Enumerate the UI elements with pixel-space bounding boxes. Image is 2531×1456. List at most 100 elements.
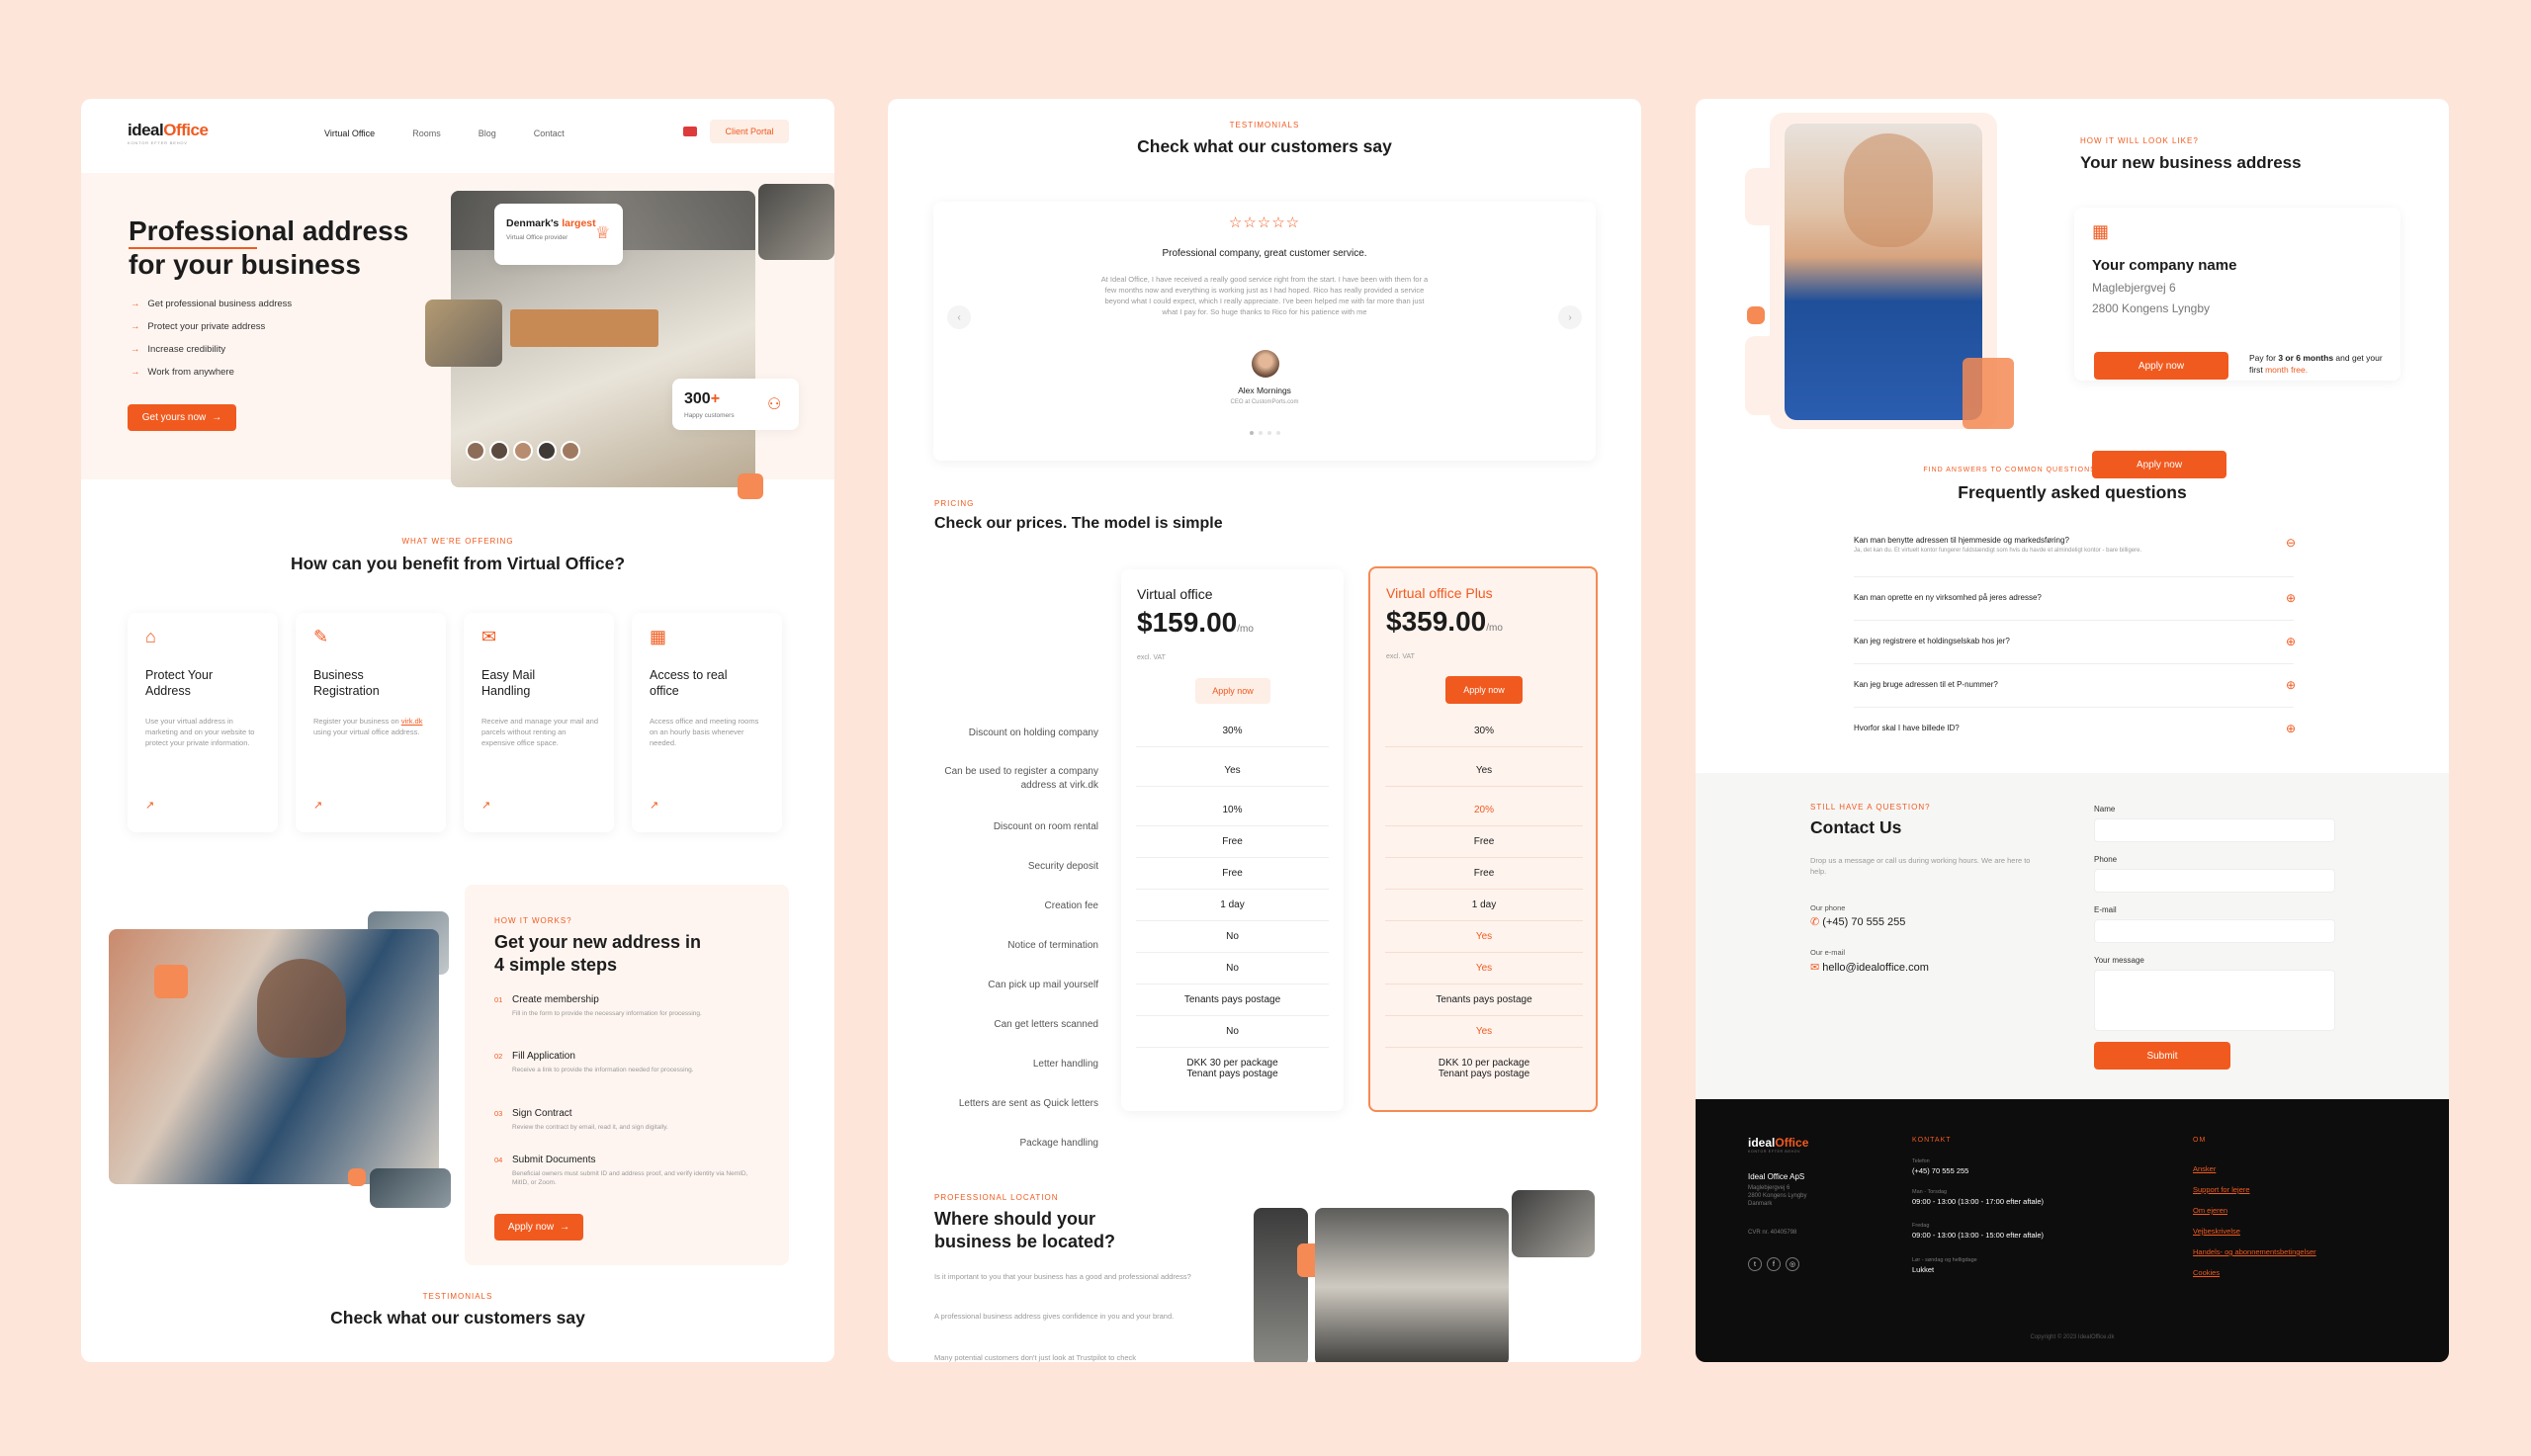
users-icon: ⚇ (767, 396, 782, 413)
arrow-up-right-icon[interactable]: ↗ (650, 799, 658, 812)
get-yours-button[interactable]: Get yours now → (128, 404, 236, 431)
faq-item[interactable]: Kan jeg registrere et holdingselskab hos… (1854, 635, 2296, 664)
virk-link[interactable]: virk.dk (401, 717, 423, 726)
plan-apply-button[interactable]: Apply now (1195, 678, 1270, 704)
carousel-dot[interactable] (1249, 431, 1254, 435)
message-textarea[interactable] (2094, 970, 2335, 1031)
plan-name: Virtual office (1137, 586, 1213, 602)
footer-links: Ansker Support for lejere Om ejeren Vejb… (2193, 1158, 2316, 1283)
logo[interactable]: idealOffice KONTOR EFTER BEHOV (128, 121, 209, 145)
preview-title: Your new business address (2080, 153, 2302, 172)
benefit-card-mail[interactable]: ✉ Easy Mail Handling Receive and manage y… (464, 613, 614, 832)
nav-rooms[interactable]: Rooms (412, 128, 441, 138)
arrow-up-right-icon[interactable]: ↗ (313, 799, 322, 812)
benefit-card-protect[interactable]: ⌂ Protect Your Address Use your virtual a… (128, 613, 278, 832)
chevron-right-icon[interactable]: › (1558, 305, 1582, 329)
decor-square (348, 1168, 366, 1186)
avatar (561, 441, 580, 461)
footer-cvr: CVR nr. 40405798 (1748, 1230, 1797, 1236)
carousel-dot[interactable] (1258, 431, 1263, 435)
plan-virtual-office: Virtual office $159.00/mo excl. VAT Appl… (1121, 569, 1344, 1111)
footer-address: Maglebjergvej 6 2800 Kongens Lyngby Danm… (1748, 1185, 1807, 1207)
minus-circle-icon[interactable]: ⊖ (2286, 536, 2296, 550)
footer-hours: Lukket (1912, 1265, 1935, 1274)
twitter-icon[interactable]: t (1748, 1257, 1762, 1271)
feature-labels: Discount on holding company Can be used … (944, 728, 1098, 1149)
plus-circle-icon[interactable]: ⊕ (2286, 678, 2296, 692)
contact-eyebrow: STILL HAVE A QUESTION? (1810, 803, 1931, 812)
footer-link[interactable]: Om ejeren (2193, 1200, 2316, 1221)
footer-logo[interactable]: idealOffice (1748, 1136, 1808, 1150)
building-icon: ▦ (650, 627, 667, 646)
footer-link[interactable]: Handels- og abonnementsbetingelser (2193, 1242, 2316, 1262)
footer-copyright: Copyright © 2023 IdealOffice.dk (2030, 1334, 2115, 1340)
phone-input[interactable] (2094, 869, 2335, 893)
nav-virtual-office[interactable]: Virtual Office (324, 128, 375, 138)
plan-values: 30% Yes 20% Free Free 1 day Yes Yes Tena… (1385, 718, 1583, 1103)
carousel-dot[interactable] (1275, 431, 1280, 435)
apply-now-button[interactable]: Apply now (2094, 352, 2228, 380)
footer-phone[interactable]: (+45) 70 555 255 (1912, 1166, 1968, 1175)
mail-icon: ✉ (1810, 962, 1820, 974)
plus-circle-icon[interactable]: ⊕ (2286, 722, 2296, 735)
footer-hours-label: Fredag (1912, 1223, 1930, 1229)
plus-circle-icon[interactable]: ⊕ (2286, 635, 2296, 648)
email-field-label: E-mail (2094, 905, 2117, 914)
submit-button[interactable]: Submit (2094, 1042, 2230, 1070)
testimonials-title: Check what our customers say (330, 1308, 585, 1328)
faq-item[interactable]: Kan man oprette en ny virksomhed på jere… (1854, 591, 2296, 621)
faq-item[interactable]: Hvorfor skal I have billede ID? ⊕ (1854, 722, 2296, 751)
location-paragraph: A professional business address gives co… (934, 1312, 1175, 1321)
logo-tagline: KONTOR EFTER BEHOV (128, 140, 188, 145)
carousel-dot[interactable] (1266, 431, 1271, 435)
language-flag-icon[interactable] (683, 127, 697, 136)
client-portal-button[interactable]: Client Portal (710, 120, 789, 143)
steps-section: HOW IT WORKS? Get your new address in 4 s… (465, 885, 789, 1265)
instagram-icon[interactable]: ◎ (1786, 1257, 1799, 1271)
phone-line[interactable]: ✆ (+45) 70 555 255 (1810, 915, 1905, 928)
benefit-card-access[interactable]: ▦ Access to real office Access office and… (632, 613, 782, 832)
step-3: 03 Sign Contract Review the contract by … (494, 1108, 668, 1131)
name-input[interactable] (2094, 818, 2335, 842)
email-input[interactable] (2094, 919, 2335, 943)
address-panel: HOW IT WILL LOOK LIKE? Your new business… (1696, 99, 2449, 1362)
homepage-panel: idealOffice KONTOR EFTER BEHOV Virtual O… (81, 99, 834, 1362)
phone-label: Our phone (1810, 903, 1846, 912)
faq-item[interactable]: Kan man benytte adressen til hjemmeside … (1854, 536, 2296, 577)
benefit-card-registration[interactable]: ✎ Business Registration Register your bus… (296, 613, 446, 832)
decor-square (1963, 358, 2014, 429)
team-thumb-bottom (370, 1168, 451, 1208)
plus-circle-icon[interactable]: ⊕ (2286, 591, 2296, 605)
faq-item[interactable]: Kan jeg bruge adressen til et P-nummer? … (1854, 678, 2296, 708)
footer-logo-tagline: KONTOR EFTER BEHOV (1748, 1150, 1801, 1154)
email-line[interactable]: ✉ hello@idealoffice.com (1810, 961, 1929, 974)
nav-contact[interactable]: Contact (534, 128, 565, 138)
plan-values: 30% Yes 10% Free Free 1 day No No Tenant… (1136, 718, 1329, 1103)
footer-link[interactable]: Ansker (2193, 1158, 2316, 1179)
home-shield-icon: ⌂ (145, 627, 156, 646)
footer-link[interactable]: Cookies (2193, 1262, 2316, 1283)
footer-hours: 09:00 - 13:00 (13:00 - 15:00 efter aftal… (1912, 1231, 2045, 1240)
arrow-up-right-icon[interactable]: ↗ (145, 799, 154, 812)
apply-now-button[interactable]: Apply now → (494, 1214, 583, 1241)
plan-virtual-office-plus: Virtual office Plus $359.00/mo excl. VAT… (1368, 566, 1598, 1112)
footer-link[interactable]: Support for lejere (2193, 1179, 2316, 1200)
mail-icon: ✉ (481, 627, 497, 646)
footer-link[interactable]: Vejbeskrivelse (2193, 1221, 2316, 1242)
badge-card: Denmark's largest Virtual Office provide… (494, 204, 623, 265)
apply-now-button[interactable]: Apply now (2092, 451, 2226, 478)
facebook-icon[interactable]: f (1767, 1257, 1781, 1271)
arrow-up-right-icon[interactable]: ↗ (481, 799, 490, 812)
quote-text: At Ideal Office, I have received a reall… (1100, 275, 1429, 316)
faq-eyebrow: FIND ANSWERS TO COMMON QUESTIONS ABOUT O… (1923, 467, 2222, 473)
name-label: Name (2094, 805, 2116, 814)
plan-apply-button[interactable]: Apply now (1445, 676, 1523, 704)
trophy-icon: ♕ (595, 223, 611, 242)
phone-icon: ✆ (1810, 916, 1820, 928)
nav-blog[interactable]: Blog (479, 128, 496, 138)
step-1: 01 Create membership Fill in the form to… (494, 994, 702, 1017)
title-underline (129, 247, 257, 249)
businesswoman-photo (1785, 124, 1982, 420)
step-2: 02 Fill Application Receive a link to pr… (494, 1051, 694, 1073)
company-name: Your company name (2092, 257, 2237, 274)
